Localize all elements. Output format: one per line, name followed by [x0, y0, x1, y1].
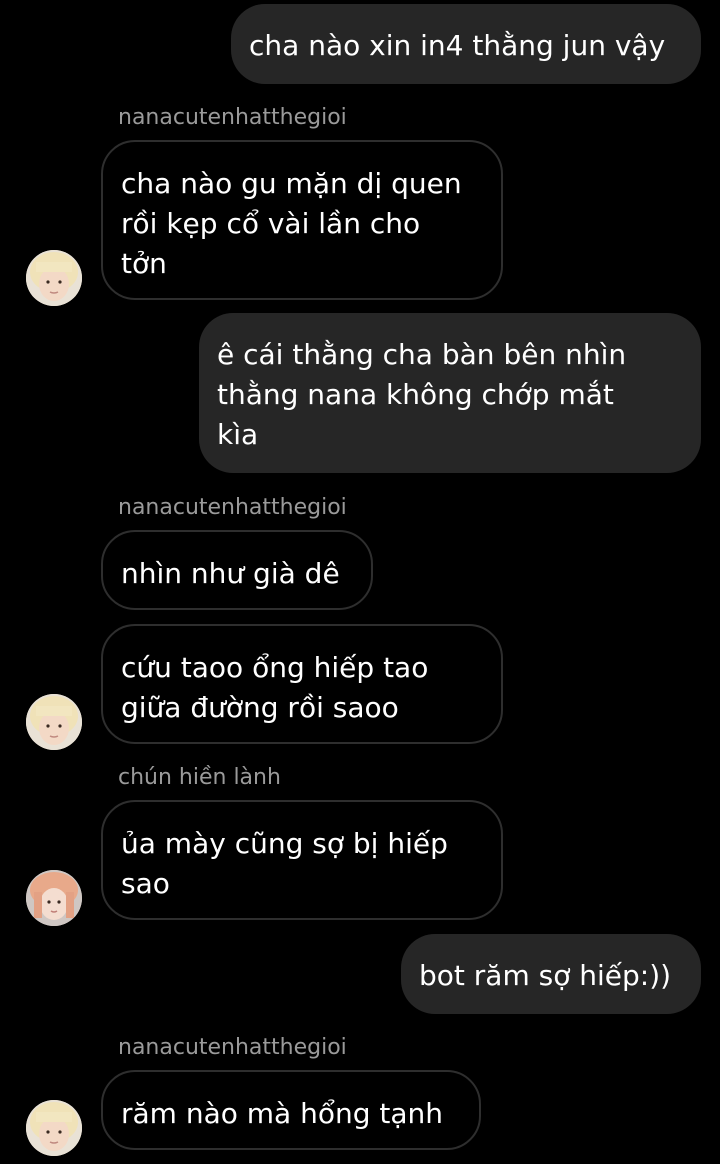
message-bubble-incoming[interactable]: cha nào gu mặn dị quen rồi kẹp cổ vài lầ… [101, 140, 503, 300]
message-bubble-outgoing[interactable]: cha nào xin in4 thằng jun vậy [231, 4, 701, 84]
user-avatar-nana[interactable] [26, 250, 82, 306]
message-bubble-outgoing[interactable]: ê cái thằng cha bàn bên nhìn thằng nana … [199, 313, 701, 473]
sender-name: chún hiền lành [118, 765, 281, 790]
message-bubble-incoming[interactable]: cứu taoo ổng hiếp tao giữa đường rồi sao… [101, 624, 503, 744]
user-avatar-chun[interactable] [26, 870, 82, 926]
avatar-image [26, 250, 82, 306]
sender-name: nanacutenhatthegioi [118, 495, 347, 520]
avatar-image [26, 870, 82, 926]
avatar-image [26, 694, 82, 750]
message-bubble-outgoing[interactable]: bot răm sợ hiếp:)) [401, 934, 701, 1014]
message-bubble-incoming[interactable]: ủa mày cũng sợ bị hiếp sao [101, 800, 503, 920]
user-avatar-nana[interactable] [26, 694, 82, 750]
user-avatar-nana[interactable] [26, 1100, 82, 1156]
sender-name: nanacutenhatthegioi [118, 105, 347, 130]
message-bubble-incoming[interactable]: nhìn như già dê [101, 530, 373, 610]
sender-name: nanacutenhatthegioi [118, 1035, 347, 1060]
chat-thread: cha nào xin in4 thằng jun vậy nanacutenh… [0, 0, 720, 1164]
message-bubble-incoming[interactable]: răm nào mà hổng tạnh [101, 1070, 481, 1150]
avatar-image [26, 1100, 82, 1156]
